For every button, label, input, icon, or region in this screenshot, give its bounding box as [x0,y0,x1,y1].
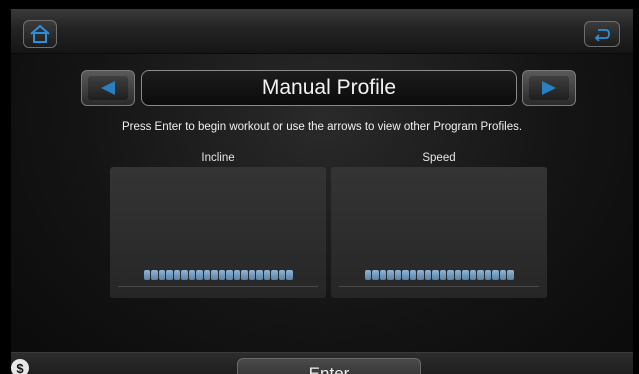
speed-bar-segment [499,270,506,280]
incline-label: Incline [201,152,235,164]
speed-baseline [339,286,539,287]
speed-bar-segment [372,270,379,280]
previous-profile-button[interactable] [81,70,135,106]
top-bar [11,9,633,54]
incline-bar-segment [181,270,188,280]
speed-label: Speed [422,152,456,164]
back-button[interactable] [584,21,620,47]
speed-bar-segment [507,270,514,280]
incline-bar-segment [203,270,210,280]
incline-bar-segment [173,270,180,280]
next-profile-inner [529,76,569,100]
speed-bar-segment [484,270,491,280]
speed-bar-segment [379,270,386,280]
speed-bar-segment [417,270,424,280]
incline-bar-segment [263,270,270,280]
speed-bar-segment [454,270,461,280]
incline-bar-segment [233,270,240,280]
profile-title-box: Manual Profile [141,70,517,106]
speed-bar-segment [447,270,454,280]
home-icon [30,24,50,43]
enter-button[interactable]: Enter [237,358,421,374]
speed-bar-segment [394,270,401,280]
incline-bar-segment [143,270,150,280]
return-icon [594,29,610,41]
speed-bar-segment [439,270,446,280]
speed-profile-panel [331,167,547,298]
incline-bar-segment [248,270,255,280]
arrow-left-icon [101,81,115,95]
incline-bar-segment [211,270,218,280]
speed-bars [331,270,547,280]
home-button[interactable] [23,20,57,48]
incline-bar-segment [256,270,263,280]
incline-bar-segment [271,270,278,280]
incline-bar-segment [218,270,225,280]
incline-bar-segment [286,270,293,280]
speed-bar-segment [387,270,394,280]
next-profile-button[interactable] [522,70,576,106]
speed-bar-segment [424,270,431,280]
speed-bar-segment [469,270,476,280]
incline-baseline [118,286,318,287]
console-screen: Manual Profile Press Enter to begin work… [11,9,633,374]
speed-bar-segment [364,270,371,280]
profile-nav: Manual Profile [81,70,577,106]
help-icon[interactable]: $ [11,359,29,374]
speed-bar-segment [409,270,416,280]
previous-profile-inner [88,76,128,100]
incline-profile-panel [110,167,326,298]
incline-bar-segment [151,270,158,280]
speed-bar-segment [477,270,484,280]
arrow-right-icon [542,81,556,95]
speed-bar-segment [492,270,499,280]
incline-bar-segment [226,270,233,280]
incline-bar-segment [196,270,203,280]
incline-bar-segment [188,270,195,280]
profile-title: Manual Profile [261,76,397,99]
incline-bar-segment [278,270,285,280]
speed-bar-segment [402,270,409,280]
incline-bar-segment [241,270,248,280]
incline-bars [110,270,326,280]
speed-bar-segment [462,270,469,280]
incline-bar-segment [158,270,165,280]
instruction-text: Press Enter to begin workout or use the … [121,121,523,133]
speed-bar-segment [432,270,439,280]
incline-bar-segment [166,270,173,280]
